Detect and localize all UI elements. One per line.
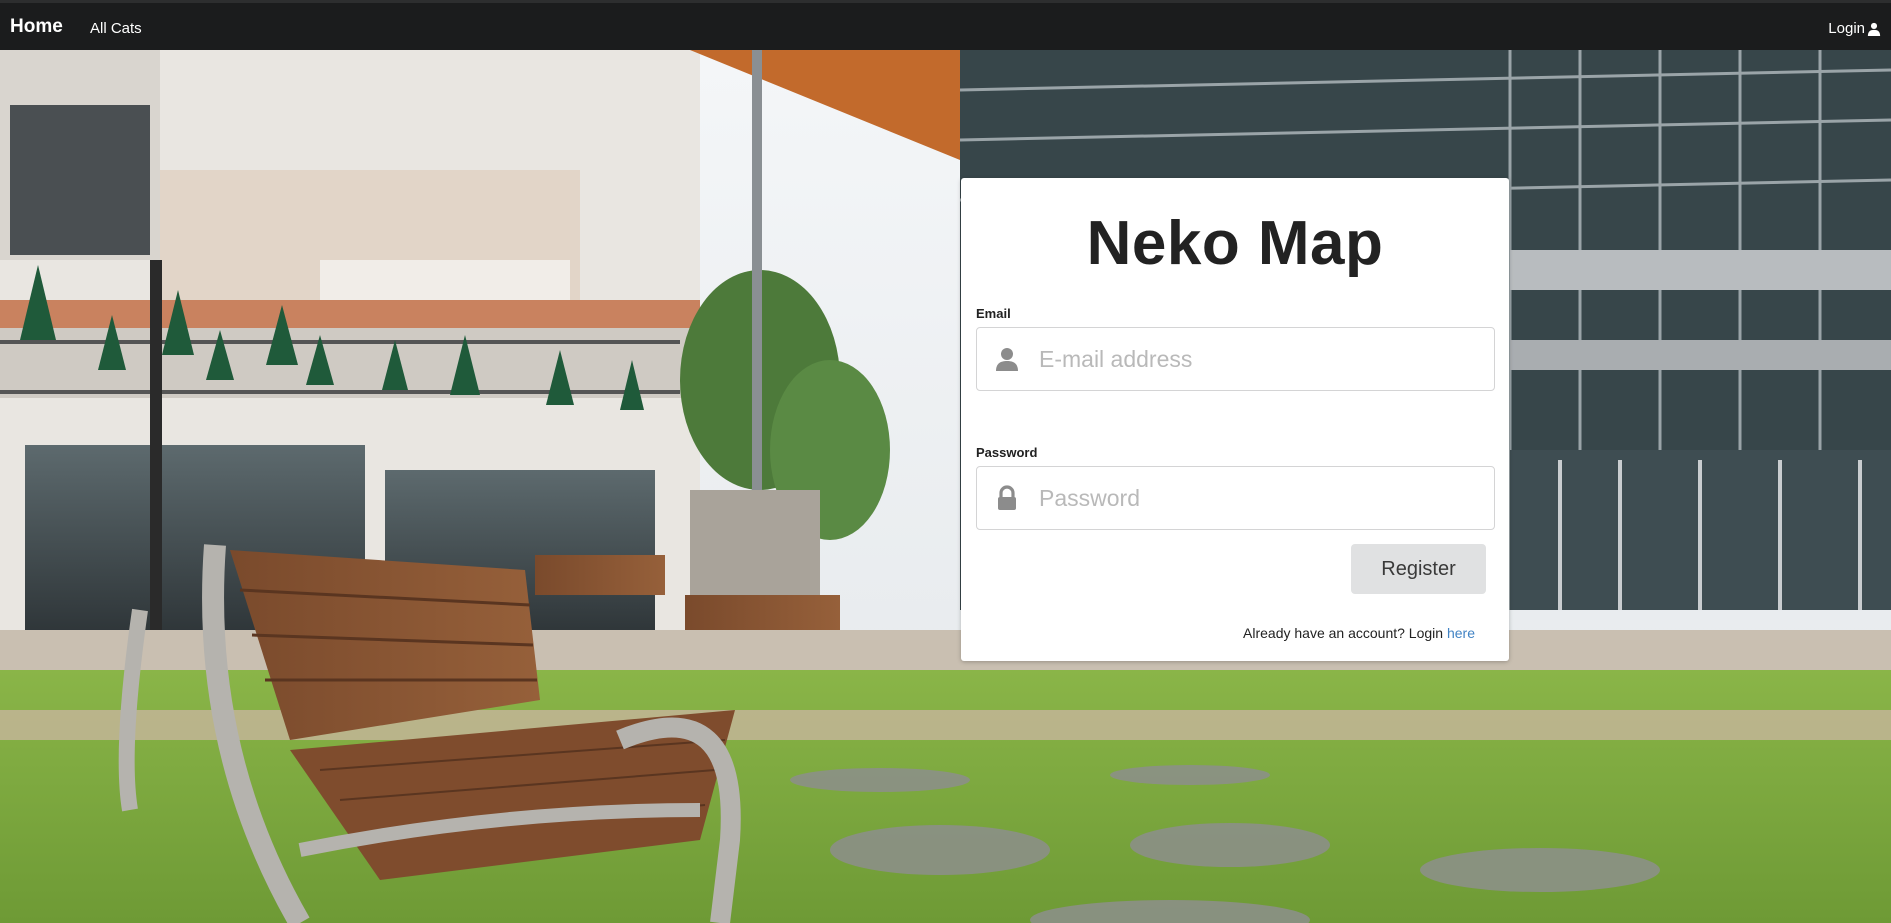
register-card: Neko Map Email Password Register Already… [961, 178, 1509, 661]
nav-home-link[interactable]: Home [10, 16, 63, 38]
nav-login-label: Login [1828, 20, 1865, 37]
top-navbar: Home All Cats Login [0, 0, 1891, 50]
email-input[interactable] [1037, 344, 1477, 374]
user-icon [977, 346, 1037, 372]
user-icon [1867, 22, 1881, 36]
nav-all-cats-link[interactable]: All Cats [90, 20, 142, 37]
lock-icon [977, 485, 1037, 511]
background-campus-photo [0, 50, 1891, 923]
app-title: Neko Map [1086, 209, 1384, 278]
email-label: Email [976, 306, 1011, 321]
nav-login-link[interactable]: Login [1828, 20, 1881, 37]
already-text: Already have an account? Login [1243, 625, 1447, 641]
email-field-wrapper[interactable] [976, 327, 1495, 391]
register-button[interactable]: Register [1351, 544, 1486, 594]
password-field-wrapper[interactable] [976, 466, 1495, 530]
login-here-link[interactable]: here [1447, 625, 1475, 641]
password-input[interactable] [1037, 483, 1477, 513]
already-have-account-text: Already have an account? Login here [1243, 625, 1475, 641]
password-label: Password [976, 445, 1038, 460]
